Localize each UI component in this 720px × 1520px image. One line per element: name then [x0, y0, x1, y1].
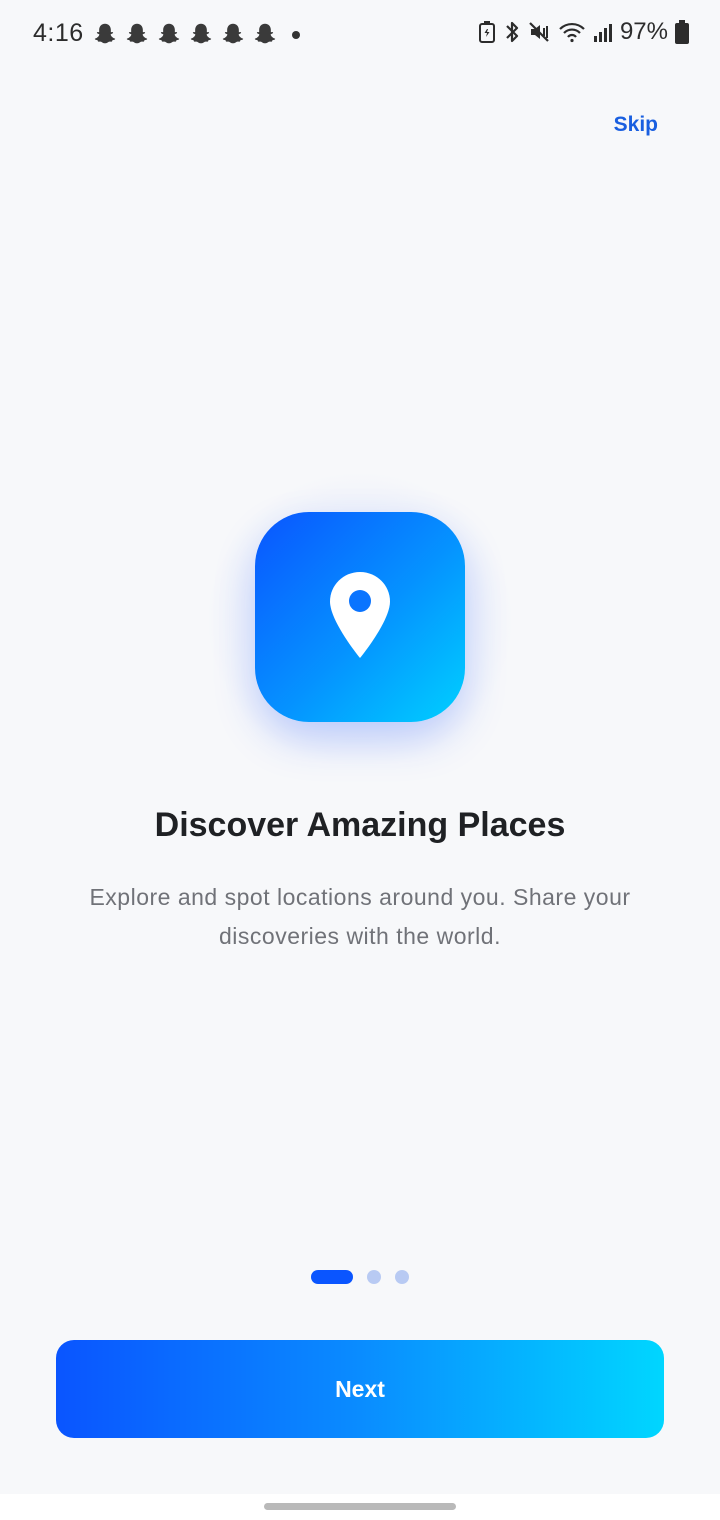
next-button-label: Next — [335, 1375, 385, 1402]
snapchat-icon — [92, 21, 118, 47]
hero-icon-container — [255, 512, 465, 722]
home-indicator[interactable] — [264, 1503, 456, 1510]
mute-icon — [528, 20, 552, 44]
snapchat-icon — [124, 21, 150, 47]
bluetooth-icon — [502, 20, 522, 44]
status-bar: 4:16 97% — [0, 0, 720, 70]
status-indicators: 97% — [478, 18, 690, 46]
onboarding-description: Explore and spot locations around you. S… — [89, 884, 631, 949]
more-notifications-dot — [292, 31, 300, 39]
signal-icon — [592, 20, 614, 44]
skip-button[interactable]: Skip — [614, 113, 658, 137]
battery-percent: 97% — [619, 18, 668, 45]
snapchat-icon — [188, 21, 214, 47]
page-indicator-dot — [395, 1270, 409, 1284]
battery-icon — [674, 19, 690, 45]
wifi-icon — [558, 20, 586, 44]
onboarding-title: Discover Amazing Places — [154, 806, 566, 844]
snapchat-icon — [220, 21, 246, 47]
page-indicator — [311, 1270, 409, 1284]
page-indicator-dot — [367, 1270, 381, 1284]
snapchat-icon — [252, 21, 278, 47]
next-button[interactable]: Next — [56, 1340, 664, 1438]
status-time: 4:16 — [33, 19, 84, 47]
location-pin-icon — [328, 570, 392, 665]
snapchat-icon — [156, 21, 182, 47]
notification-icons — [92, 21, 278, 47]
page-indicator-dot-active — [311, 1270, 353, 1284]
battery-saver-icon — [478, 20, 496, 44]
